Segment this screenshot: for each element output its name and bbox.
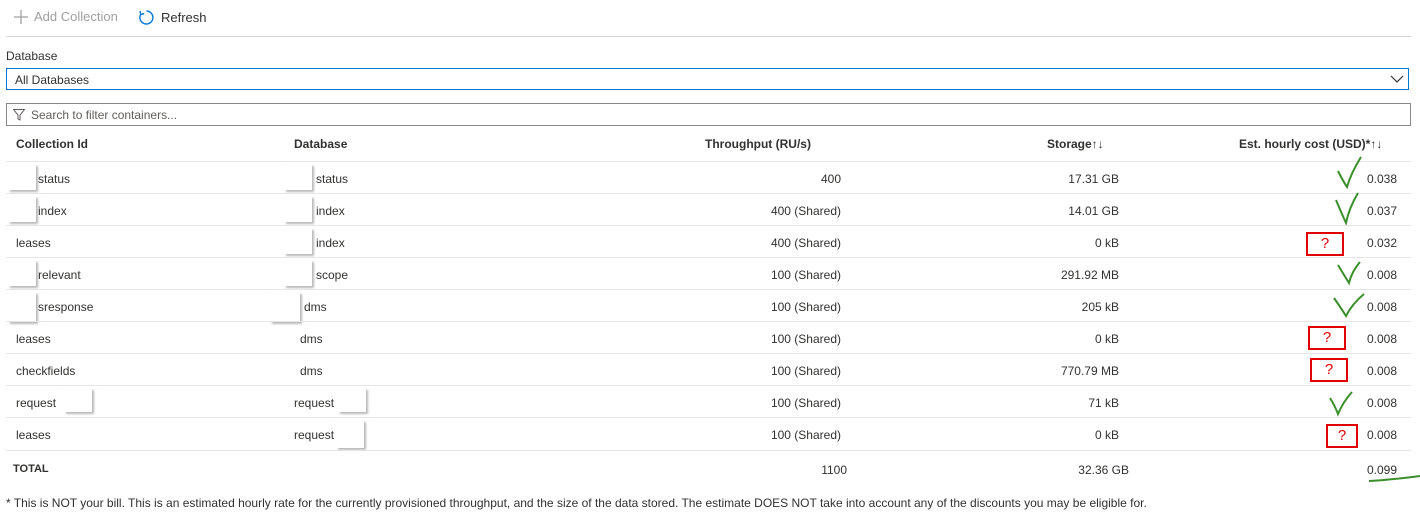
question-mark-annotation: ? <box>1326 424 1358 448</box>
refresh-button[interactable]: Refresh <box>138 9 207 26</box>
filter-icon <box>12 109 26 124</box>
cell-storage: 205 kB <box>1081 300 1119 314</box>
cell-collection-id: request <box>16 396 57 410</box>
cell-est-hourly-cost: 0.008 <box>1366 428 1397 442</box>
table-row[interactable]: index index 400 (Shared) 14.01 GB 0.037 <box>6 192 1411 229</box>
cell-throughput: 100 (Shared) <box>770 300 841 314</box>
chevron-down-icon <box>1390 73 1404 88</box>
table-row[interactable]: sresponse dms 100 (Shared) 205 kB 0.008 <box>6 289 1411 322</box>
cell-collection-id: relevant <box>38 268 81 282</box>
redaction-mask <box>64 388 92 412</box>
question-mark-annotation: ? <box>1306 232 1344 256</box>
table-row[interactable]: leases index 400 (Shared) 0 kB ? 0.032 <box>6 225 1411 258</box>
cell-collection-id: checkfields <box>16 364 76 378</box>
cell-database: scope <box>316 268 349 282</box>
redaction-mask <box>8 164 36 190</box>
cell-database: status <box>316 172 349 186</box>
cell-database: request <box>294 428 335 442</box>
cell-est-hourly-cost: 0.008 <box>1366 268 1397 282</box>
cell-throughput: 100 (Shared) <box>770 364 841 378</box>
redaction-mask <box>284 164 312 190</box>
add-collection-button[interactable]: Add Collection <box>14 9 118 24</box>
check-mark-annotation <box>1332 292 1366 323</box>
underline-annotation <box>1368 473 1420 487</box>
add-collection-label: Add Collection <box>34 9 118 24</box>
cell-est-hourly-cost: 0.008 <box>1366 300 1397 314</box>
cell-database: index <box>316 204 345 218</box>
redaction-mask <box>8 260 36 286</box>
cell-storage: 0 kB <box>1094 236 1119 250</box>
redaction-mask <box>284 260 312 286</box>
cell-throughput: 100 (Shared) <box>770 428 841 442</box>
cell-collection-id: leases <box>16 428 51 442</box>
cell-collection-id: leases <box>16 236 51 250</box>
cell-database: dms <box>300 332 323 346</box>
cell-throughput: 400 (Shared) <box>770 236 841 250</box>
cell-est-hourly-cost: 0.008 <box>1366 396 1397 410</box>
search-input[interactable] <box>31 105 1391 124</box>
cell-collection-id: status <box>38 172 71 186</box>
cell-est-hourly-cost: 0.008 <box>1366 332 1397 346</box>
column-header-database[interactable]: Database <box>294 137 347 151</box>
cell-est-hourly-cost: 0.008 <box>1366 364 1397 378</box>
database-filter-label: Database <box>6 49 58 63</box>
check-mark-annotation <box>1336 155 1364 192</box>
refresh-label: Refresh <box>161 10 207 25</box>
redaction-mask <box>284 228 312 254</box>
cell-collection-id: sresponse <box>38 300 94 314</box>
redaction-mask <box>284 196 312 222</box>
plus-icon <box>14 9 28 24</box>
total-label: TOTAL <box>13 463 49 475</box>
cell-database: request <box>294 396 335 410</box>
table-row[interactable]: leases dms 100 (Shared) 0 kB ? 0.008 <box>6 321 1411 354</box>
redaction-mask <box>8 292 36 322</box>
table-row[interactable]: checkfields dms 100 (Shared) 770.79 MB ?… <box>6 353 1411 386</box>
cell-throughput: 400 <box>820 172 841 186</box>
redaction-mask <box>270 292 300 322</box>
redaction-mask <box>8 196 36 222</box>
cell-collection-id: leases <box>16 332 51 346</box>
cell-throughput: 100 (Shared) <box>770 332 841 346</box>
redaction-mask <box>338 388 366 412</box>
cell-throughput: 100 (Shared) <box>770 268 841 282</box>
total-storage: 32.36 GB <box>1078 463 1129 477</box>
cell-database: index <box>316 236 345 250</box>
question-mark-annotation: ? <box>1308 326 1346 350</box>
table-row[interactable]: status status 400 17.31 GB 0.038 <box>6 156 1411 194</box>
table-row[interactable]: relevant scope 100 (Shared) 291.92 MB 0.… <box>6 257 1411 290</box>
refresh-icon <box>138 9 155 26</box>
cell-est-hourly-cost: 0.037 <box>1366 204 1397 218</box>
column-header-collection-id[interactable]: Collection Id <box>16 137 88 151</box>
total-throughput: 1100 <box>821 463 847 477</box>
question-mark-annotation: ? <box>1310 358 1348 382</box>
check-mark-annotation <box>1334 192 1362 229</box>
column-header-storage[interactable]: Storage↑↓ <box>1047 137 1104 151</box>
cost-disclaimer-footnote: * This is NOT your bill. This is an esti… <box>6 496 1147 510</box>
check-mark-annotation <box>1336 259 1364 290</box>
cell-database: dms <box>300 364 323 378</box>
cell-database: dms <box>304 300 327 314</box>
cell-storage: 291.92 MB <box>1060 268 1119 282</box>
table-total-row: TOTAL 1100 32.36 GB 0.099 <box>6 450 1420 482</box>
cell-throughput: 100 (Shared) <box>770 396 841 410</box>
container-search-box <box>6 103 1411 126</box>
column-header-throughput[interactable]: Throughput (RU/s) <box>705 137 811 151</box>
cell-collection-id: index <box>38 204 67 218</box>
table-row[interactable]: leases request 100 (Shared) 0 kB ? 0.008 <box>6 417 1411 450</box>
cell-storage: 71 kB <box>1088 396 1119 410</box>
cell-est-hourly-cost: 0.032 <box>1366 236 1397 250</box>
redaction-mask <box>336 420 364 448</box>
command-bar: Add Collection Refresh <box>6 0 1411 37</box>
cell-est-hourly-cost: 0.038 <box>1366 172 1397 186</box>
column-header-est-hourly-cost[interactable]: Est. hourly cost (USD)*↑↓ <box>1239 137 1382 151</box>
cell-storage: 14.01 GB <box>1068 204 1119 218</box>
cell-storage: 0 kB <box>1094 428 1119 442</box>
cell-storage: 770.79 MB <box>1060 364 1119 378</box>
database-dropdown[interactable]: All Databases <box>6 68 1409 90</box>
cell-throughput: 400 (Shared) <box>770 204 841 218</box>
table-row[interactable]: request request 100 (Shared) 71 kB 0.008 <box>6 385 1411 418</box>
cell-storage: 0 kB <box>1094 332 1119 346</box>
cell-storage: 17.31 GB <box>1068 172 1119 186</box>
database-dropdown-value: All Databases <box>15 73 90 87</box>
